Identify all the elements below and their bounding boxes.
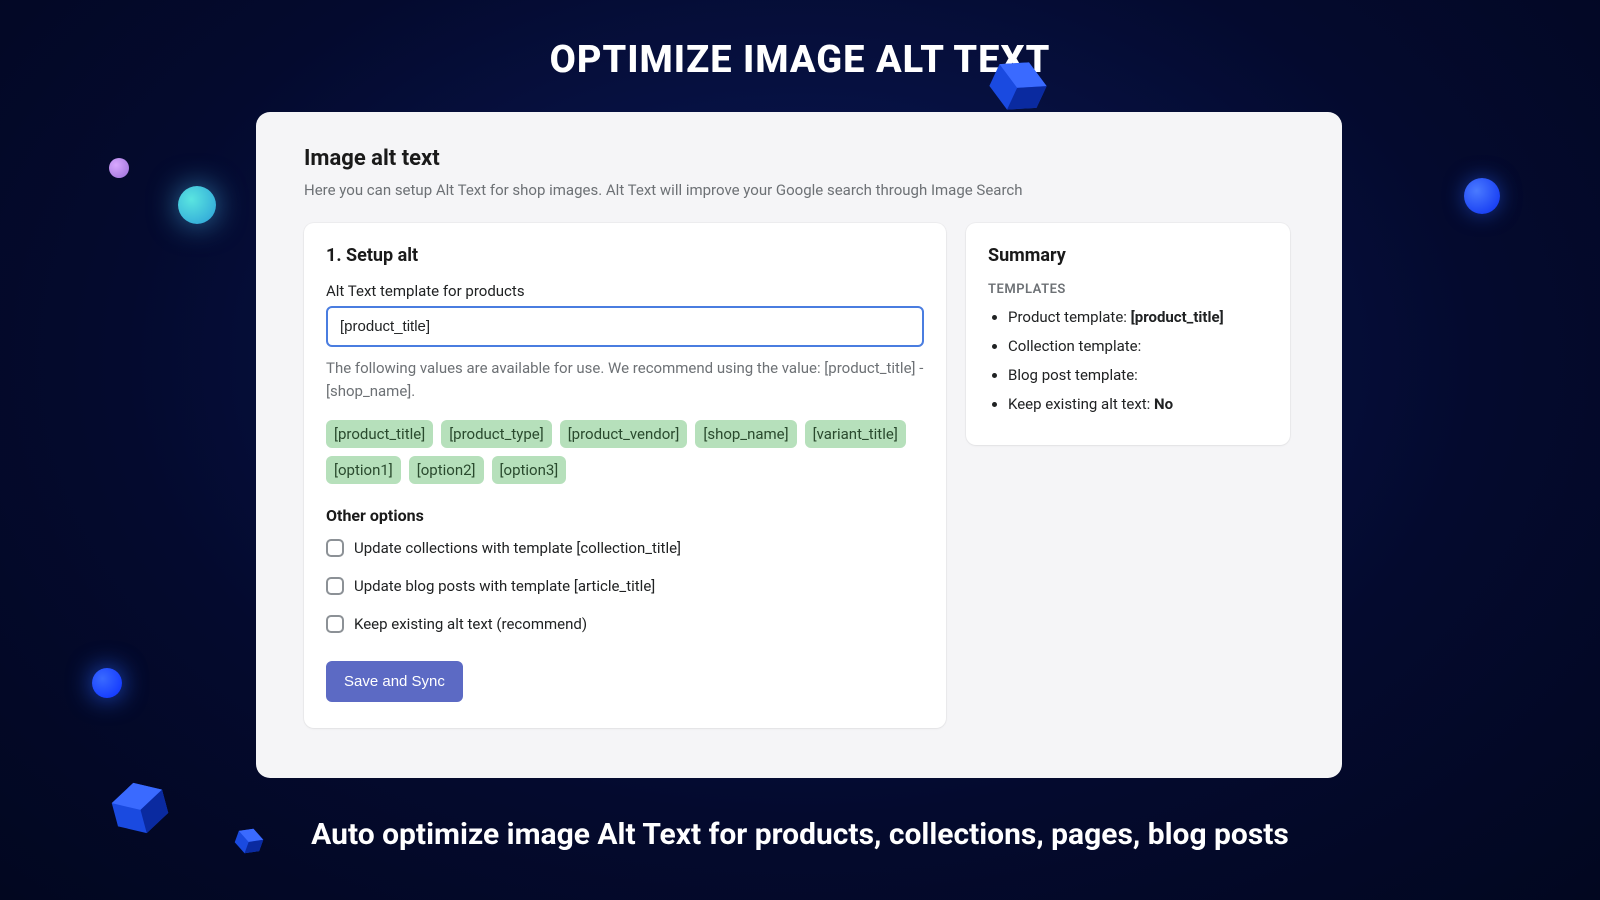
section-description: Here you can setup Alt Text for shop ima… [304, 181, 1294, 199]
tag-shop-name[interactable]: [shop_name] [695, 420, 796, 448]
summary-card: Summary TEMPLATES Product template: [pro… [966, 223, 1290, 445]
setup-card: 1. Setup alt Alt Text template for produ… [304, 223, 946, 728]
tag-product-type[interactable]: [product_type] [441, 420, 552, 448]
summary-list: Product template: [product_title] Collec… [988, 307, 1268, 415]
checkbox-update-collections-label: Update collections with template [collec… [354, 539, 681, 557]
checkbox-update-blog-row: Update blog posts with template [article… [326, 577, 924, 595]
checkbox-keep-existing-label: Keep existing alt text (recommend) [354, 615, 587, 633]
decor-orb [109, 158, 129, 178]
alt-template-help: The following values are available for u… [326, 357, 924, 402]
tag-option2[interactable]: [option2] [409, 456, 484, 484]
template-tags: [product_title] [product_type] [product_… [326, 420, 924, 484]
alt-template-label: Alt Text template for products [326, 282, 924, 300]
tag-option1[interactable]: [option1] [326, 456, 401, 484]
checkbox-update-blog-label: Update blog posts with template [article… [354, 577, 655, 595]
decor-orb [1464, 178, 1500, 214]
summary-item-collection: Collection template: [1008, 336, 1268, 357]
hero-title: OPTIMIZE IMAGE ALT TEXT [0, 0, 1600, 82]
checkbox-update-collections-row: Update collections with template [collec… [326, 539, 924, 557]
tag-variant-title[interactable]: [variant_title] [805, 420, 906, 448]
tag-product-vendor[interactable]: [product_vendor] [560, 420, 688, 448]
tag-product-title[interactable]: [product_title] [326, 420, 433, 448]
save-sync-button[interactable]: Save and Sync [326, 661, 463, 702]
summary-item-product: Product template: [product_title] [1008, 307, 1268, 328]
hero-subtitle: Auto optimize image Alt Text for product… [0, 817, 1600, 852]
summary-templates-label: TEMPLATES [988, 282, 1268, 297]
other-options-heading: Other options [326, 506, 924, 525]
summary-item-blog: Blog post template: [1008, 365, 1268, 386]
decor-orb [178, 186, 216, 224]
checkbox-keep-existing[interactable] [326, 615, 344, 633]
settings-panel: Image alt text Here you can setup Alt Te… [256, 112, 1342, 778]
summary-item-keep: Keep existing alt text: No [1008, 394, 1268, 415]
tag-option3[interactable]: [option3] [492, 456, 567, 484]
section-title: Image alt text [304, 146, 1294, 171]
checkbox-update-collections[interactable] [326, 539, 344, 557]
checkbox-update-blog[interactable] [326, 577, 344, 595]
alt-template-input[interactable] [326, 306, 924, 347]
setup-heading: 1. Setup alt [326, 245, 924, 266]
checkbox-keep-existing-row: Keep existing alt text (recommend) [326, 615, 924, 633]
decor-orb [92, 668, 122, 698]
summary-heading: Summary [988, 245, 1268, 266]
